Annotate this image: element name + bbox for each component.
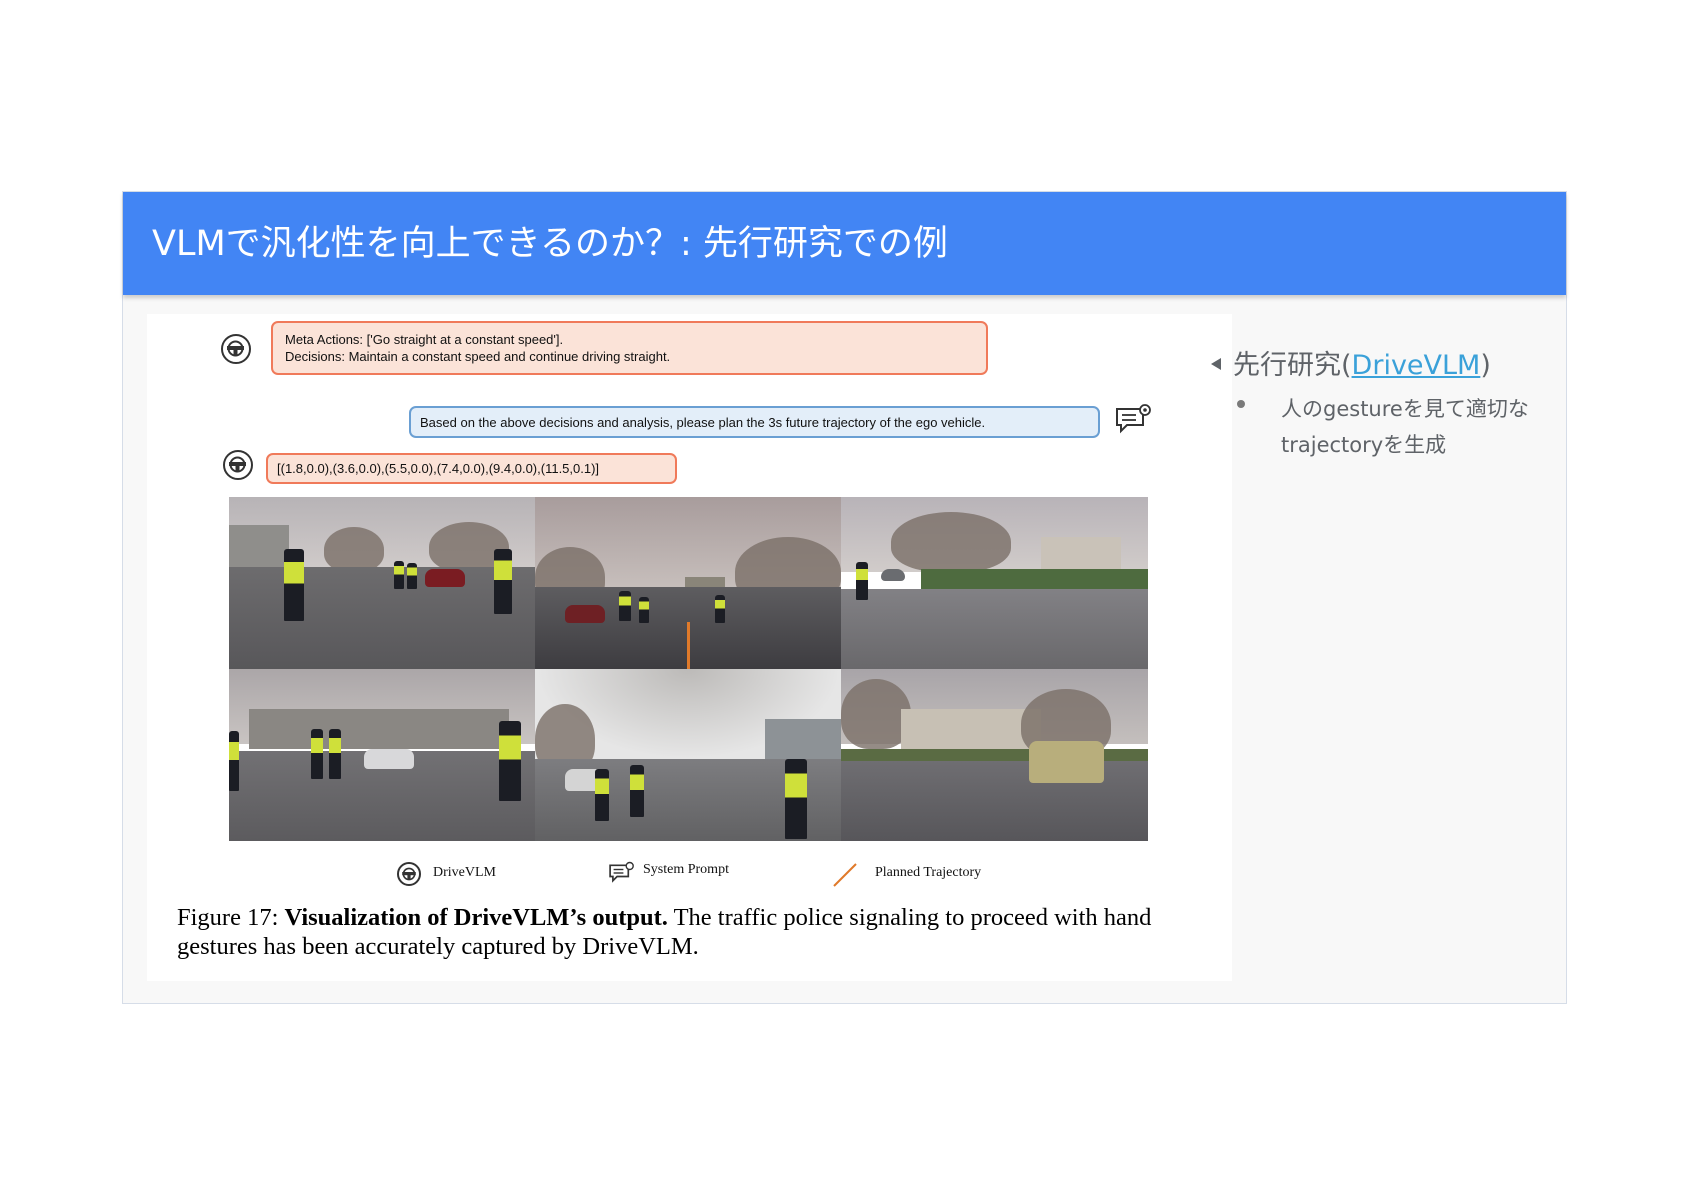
slide: VLMで汎化性を向上できるのか？: 先行研究での例 Meta Actions: … bbox=[122, 191, 1567, 1004]
trajectory-output-text: [(1.8,0.0),(3.6,0.0),(5.5,0.0),(7.4,0.0)… bbox=[277, 461, 600, 476]
legend-system-prompt-label: System Prompt bbox=[643, 862, 729, 877]
legend-drivevlm-label: DriveVLM bbox=[433, 865, 496, 880]
figure-legend: DriveVLM System Prompt Planned Trajector… bbox=[147, 859, 1232, 889]
steering-wheel-icon bbox=[397, 862, 421, 886]
figure-caption: Figure 17: Visualization of DriveVLM’s o… bbox=[177, 903, 1217, 961]
meta-actions-bubble: Meta Actions: ['Go straight at a constan… bbox=[271, 321, 988, 375]
caption-prefix: Figure 17: bbox=[177, 904, 285, 931]
system-prompt-icon bbox=[609, 861, 634, 883]
prior-work-heading: 先行研究(DriveVLM) bbox=[1233, 347, 1491, 385]
slide-title: VLMで汎化性を向上できるのか？: 先行研究での例 bbox=[152, 224, 948, 264]
trajectory-output-bubble: [(1.8,0.0),(3.6,0.0),(5.5,0.0),(7.4,0.0)… bbox=[266, 453, 677, 484]
bullet-dot-icon bbox=[1237, 400, 1245, 408]
camera-view-rear-right bbox=[841, 669, 1148, 841]
prior-work-label: 先行研究( bbox=[1233, 350, 1352, 381]
triangle-bullet-icon bbox=[1211, 358, 1221, 370]
camera-view-front-left bbox=[229, 497, 535, 669]
legend-planned-trajectory-label: Planned Trajectory bbox=[875, 865, 982, 880]
system-prompt-text: Based on the above decisions and analysi… bbox=[420, 415, 986, 430]
title-bar: VLMで汎化性を向上できるのか？: 先行研究での例 bbox=[123, 192, 1566, 295]
camera-view-rear bbox=[535, 669, 841, 841]
camera-views-grid bbox=[229, 497, 1148, 841]
camera-view-rear-left bbox=[229, 669, 535, 841]
system-prompt-icon bbox=[1116, 404, 1151, 434]
caption-bold: Visualization of DriveVLM’s output. bbox=[284, 904, 668, 931]
drivevlm-link[interactable]: DriveVLM bbox=[1352, 350, 1481, 381]
planned-trajectory-line bbox=[687, 622, 690, 669]
gesture-note: 人のgestureを見て適切なtrajectoryを生成 bbox=[1281, 397, 1529, 457]
steering-wheel-icon bbox=[221, 334, 251, 364]
heading-close-paren: ) bbox=[1480, 350, 1491, 381]
camera-view-front-right bbox=[841, 497, 1148, 669]
system-prompt-bubble: Based on the above decisions and analysi… bbox=[409, 406, 1100, 438]
trajectory-line-icon bbox=[833, 863, 857, 887]
steering-wheel-icon bbox=[223, 450, 253, 480]
camera-view-front bbox=[535, 497, 841, 669]
figure-image: Meta Actions: ['Go straight at a constan… bbox=[147, 314, 1232, 981]
decisions-text: Decisions: Maintain a constant speed and… bbox=[285, 349, 671, 364]
meta-actions-text: Meta Actions: ['Go straight at a constan… bbox=[285, 332, 564, 347]
